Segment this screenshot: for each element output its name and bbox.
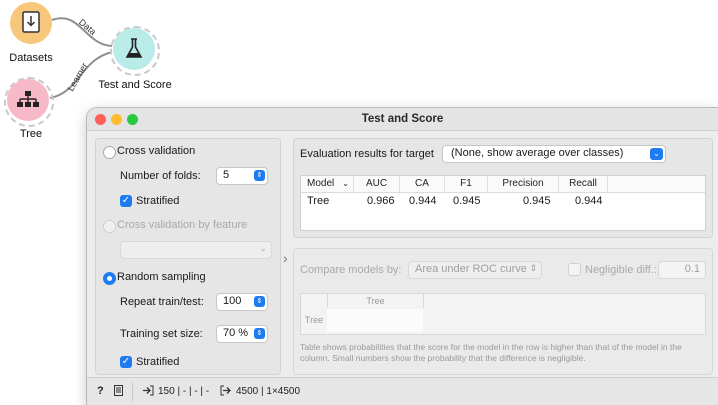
tree-label: Tree (19, 128, 43, 140)
input-icon (142, 385, 154, 399)
negligible-checkbox[interactable] (568, 263, 581, 276)
comparison-col-header: Tree (327, 294, 424, 308)
folds-stepper[interactable]: 5 ⇕ (216, 167, 268, 185)
col-header-recall[interactable]: Recall (559, 176, 608, 192)
comparison-row-header: Tree (304, 315, 324, 325)
cv-by-feature-label: Cross validation by feature (117, 219, 248, 231)
cross-validation-label: Cross validation (117, 145, 196, 157)
col-header-f1[interactable]: F1 (445, 176, 488, 192)
table-row[interactable]: Tree 0.966 0.944 0.945 0.945 0.944 (301, 193, 705, 211)
evaluation-panel: Evaluation results for target (None, sho… (293, 138, 713, 238)
updown-icon[interactable]: ⇕ (254, 328, 265, 339)
test-and-score-window: Test and Score Cross validation Number o… (87, 108, 718, 405)
updown-icon[interactable]: ⇕ (254, 296, 265, 307)
test-score-label: Test and Score (98, 79, 172, 91)
compare-label: Compare models by: (300, 264, 402, 276)
stratified-label-2: Stratified (136, 356, 180, 368)
status-bar: ? 150 | - | - | - 4500 | 1×4500 (87, 377, 718, 405)
file-import-icon (22, 11, 40, 33)
compare-panel: Compare models by: Area under ROC curve … (293, 248, 713, 375)
train-size-label: Training set size: (120, 328, 203, 340)
cv-by-feature-radio[interactable] (103, 220, 116, 233)
target-value: (None, show average over classes) (451, 147, 624, 159)
window-title: Test and Score (361, 113, 444, 125)
comparison-cell (327, 309, 423, 332)
updown-icon[interactable]: ⇕ (254, 170, 265, 181)
cell-recall: 0.944 (575, 195, 603, 207)
folds-value: 5 (223, 169, 230, 181)
datasets-label: Datasets (9, 52, 53, 64)
divider (132, 383, 133, 401)
cross-validation-radio[interactable] (103, 146, 116, 159)
input-summary: 150 | - | - | - (158, 386, 210, 397)
stratified-checkbox-2[interactable]: ✓ (120, 356, 132, 368)
title-bar: Test and Score (87, 108, 718, 131)
compare-metric-select[interactable]: Area under ROC curve ⇕ (408, 261, 542, 279)
repeat-value: 100 (223, 295, 242, 307)
repeat-stepper[interactable]: 100 ⇕ (216, 293, 268, 311)
cell-precision: 0.945 (523, 195, 551, 207)
tree-icon (17, 91, 39, 107)
help-icon[interactable]: ? (97, 385, 104, 397)
repeat-label: Repeat train/test: (120, 296, 204, 308)
evaluation-target-label: Evaluation results for target (300, 148, 434, 160)
canvas-links (49, 17, 113, 99)
stratified-checkbox-1[interactable]: ✓ (120, 195, 132, 207)
folds-label: Number of folds: (120, 170, 201, 182)
target-select[interactable]: (None, show average over classes) ⌄ (442, 145, 666, 163)
compare-metric-value: Area under ROC curve (415, 263, 527, 275)
test-score-widget[interactable] (113, 28, 155, 70)
stratified-label-1: Stratified (136, 195, 180, 207)
results-table: Model ⌄ AUC CA F1 Precision Recall Tree … (300, 175, 706, 231)
chevron-right-icon[interactable]: › (283, 250, 288, 266)
col-header-auc[interactable]: AUC (354, 176, 400, 192)
train-size-value: 70 % (223, 327, 249, 339)
negligible-label: Negligible diff.: (585, 264, 657, 276)
tree-widget[interactable] (7, 79, 49, 121)
random-sampling-radio[interactable] (103, 272, 116, 285)
negligible-input[interactable]: 0.1 (658, 261, 706, 279)
updown-icon: ⇕ (529, 263, 537, 273)
datasets-widget[interactable] (10, 2, 52, 44)
col-header-precision[interactable]: Precision (488, 176, 559, 192)
sampling-panel: Cross validation Number of folds: 5 ⇕ ✓ … (95, 138, 281, 375)
negligible-value: 0.1 (684, 263, 700, 275)
col-header-ca[interactable]: CA (400, 176, 445, 192)
chevron-down-icon: ⌄ (259, 243, 267, 253)
train-size-stepper[interactable]: 70 % ⇕ (216, 325, 268, 343)
flask-icon (125, 38, 143, 58)
results-header: Model ⌄ AUC CA F1 Precision Recall (301, 176, 705, 193)
col-header-model[interactable]: Model ⌄ (301, 176, 354, 192)
chevron-down-icon: ⌄ (342, 179, 349, 188)
chevron-down-icon[interactable]: ⌄ (650, 148, 663, 160)
report-icon[interactable] (114, 385, 123, 399)
comparison-note: Table shows probabilities that the score… (300, 342, 682, 363)
cell-auc: 0.966 (367, 195, 395, 207)
random-sampling-label: Random sampling (117, 271, 206, 283)
cell-f1: 0.945 (453, 195, 481, 207)
feature-select[interactable]: ⌄ (120, 241, 272, 259)
cell-ca: 0.944 (409, 195, 437, 207)
output-icon (220, 385, 232, 399)
cell-model: Tree (307, 195, 330, 207)
output-summary: 4500 | 1×4500 (236, 386, 301, 397)
comparison-table: Tree Tree (300, 293, 706, 335)
